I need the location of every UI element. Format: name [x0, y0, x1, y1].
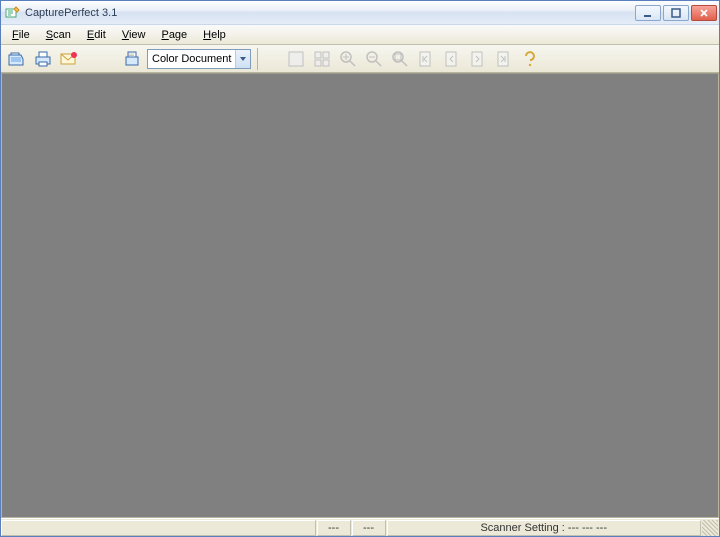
resize-grip[interactable] [702, 520, 718, 536]
toolbar-separator [257, 48, 258, 70]
page-first-button[interactable] [414, 47, 438, 71]
scan-settings-button[interactable] [121, 47, 145, 71]
window-title: CapturePerfect 3.1 [25, 7, 635, 19]
page-last-button[interactable] [492, 47, 516, 71]
status-scanner: Scanner Setting : --- --- --- [387, 520, 702, 536]
app-window: CapturePerfect 3.1 File Scan Edit View P… [0, 0, 720, 537]
workspace [1, 73, 719, 518]
minimize-button[interactable] [635, 5, 661, 21]
menu-scan[interactable]: Scan [39, 27, 78, 43]
help-button[interactable] [518, 47, 542, 71]
zoom-out-button[interactable] [362, 47, 386, 71]
menu-edit[interactable]: Edit [80, 27, 113, 43]
titlebar: CapturePerfect 3.1 [1, 1, 719, 25]
menubar: File Scan Edit View Page Help [1, 25, 719, 45]
status-field-1: --- [317, 520, 351, 536]
color-mode-dropdown[interactable]: Color Document [147, 49, 251, 69]
page-prev-button[interactable] [440, 47, 464, 71]
maximize-button[interactable] [663, 5, 689, 21]
view-grid-button[interactable] [310, 47, 334, 71]
scan-button[interactable] [5, 47, 29, 71]
print-button[interactable] [31, 47, 55, 71]
menu-file[interactable]: File [5, 27, 37, 43]
mail-button[interactable] [57, 47, 81, 71]
page-next-button[interactable] [466, 47, 490, 71]
status-field-2: --- [352, 520, 386, 536]
status-message [1, 520, 316, 536]
close-button[interactable] [691, 5, 717, 21]
window-controls [635, 5, 717, 21]
statusbar: --- --- Scanner Setting : --- --- --- [1, 518, 719, 536]
chevron-down-icon [235, 50, 250, 68]
zoom-fit-button[interactable] [388, 47, 412, 71]
zoom-in-button[interactable] [336, 47, 360, 71]
menu-help[interactable]: Help [196, 27, 233, 43]
menu-view[interactable]: View [115, 27, 153, 43]
view-single-button[interactable] [284, 47, 308, 71]
menu-page[interactable]: Page [154, 27, 194, 43]
dropdown-value: Color Document [152, 53, 235, 65]
app-icon [5, 5, 21, 21]
toolbar: Color Document [1, 45, 719, 73]
